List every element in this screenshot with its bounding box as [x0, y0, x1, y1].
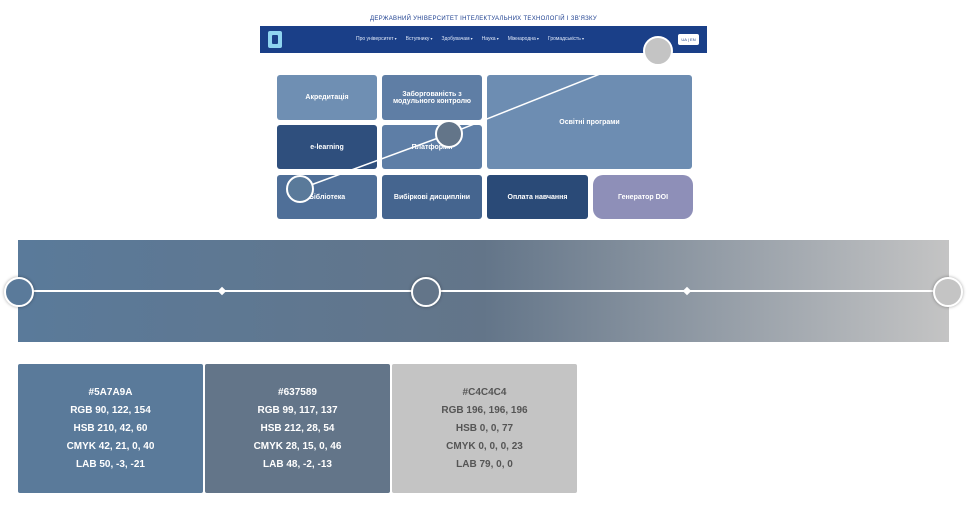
- swatch-lab: LAB 48, -2, -13: [263, 458, 332, 470]
- color-swatch-card: #C4C4C4 RGB 196, 196, 196 HSB 0, 0, 77 C…: [392, 364, 577, 493]
- swatch-cmyk: CMYK 0, 0, 0, 23: [446, 440, 523, 452]
- tile-e-learning[interactable]: e-learning: [277, 125, 377, 169]
- site-nav: Про університет Вступнику Здобувачам Нау…: [356, 36, 584, 42]
- nav-item[interactable]: Наука: [482, 36, 499, 42]
- nav-item[interactable]: Здобувачам: [441, 36, 472, 42]
- swatch-lab: LAB 50, -3, -21: [76, 458, 145, 470]
- language-switch[interactable]: UA | EN: [678, 34, 699, 45]
- swatch-rgb: RGB 99, 117, 137: [257, 404, 338, 416]
- color-swatch-card: #5A7A9A RGB 90, 122, 154 HSB 210, 42, 60…: [18, 364, 203, 493]
- gradient-line: [18, 290, 949, 292]
- tile-doi-generator[interactable]: Генератор DOI: [593, 175, 693, 219]
- tile-electives[interactable]: Вибіркові дисципліни: [382, 175, 482, 219]
- site-header: Про університет Вступнику Здобувачам Нау…: [260, 26, 707, 53]
- nav-item[interactable]: Вступнику: [406, 36, 433, 42]
- tile-library[interactable]: Бібліотека: [277, 175, 377, 219]
- swatch-hsb: HSB 210, 42, 60: [73, 422, 148, 434]
- tile-educational-programs[interactable]: Освітні програми: [487, 75, 692, 169]
- swatch-hsb: HSB 0, 0, 77: [455, 422, 514, 434]
- tile-debts[interactable]: Заборгованість з модульного контролю: [382, 75, 482, 120]
- swatch-rgb: RGB 196, 196, 196: [441, 404, 528, 416]
- gradient-stop-handle-3[interactable]: [933, 277, 963, 307]
- gradient-stop-handle-1[interactable]: [4, 277, 34, 307]
- color-swatch-card: #637589 RGB 99, 117, 137 HSB 212, 28, 54…: [205, 364, 390, 493]
- swatch-cmyk: CMYK 28, 15, 0, 46: [253, 440, 342, 452]
- nav-item[interactable]: Про університет: [356, 36, 397, 42]
- site-title: ДЕРЖАВНИЙ УНІВЕРСИТЕТ ІНТЕЛЕКТУАЛЬНИХ ТЕ…: [369, 16, 597, 22]
- swatch-hex: #C4C4C4: [462, 386, 507, 398]
- nav-item[interactable]: Громадськість: [548, 36, 584, 42]
- tile-platforms[interactable]: Платформи: [382, 125, 482, 169]
- swatch-hex: #5A7A9A: [88, 386, 133, 398]
- swatch-hsb: HSB 212, 28, 54: [260, 422, 335, 434]
- nav-item[interactable]: Міжнародна: [508, 36, 539, 42]
- swatch-lab: LAB 79, 0, 0: [456, 458, 513, 470]
- swatch-rgb: RGB 90, 122, 154: [70, 404, 151, 416]
- tile-tuition-payment[interactable]: Оплата навчання: [487, 175, 588, 219]
- swatch-hex: #637589: [278, 386, 317, 398]
- gradient-stop-handle-2[interactable]: [411, 277, 441, 307]
- swatch-cmyk: CMYK 42, 21, 0, 40: [66, 440, 155, 452]
- tile-accreditation[interactable]: Акредитація: [277, 75, 377, 120]
- university-logo-icon: [268, 31, 282, 48]
